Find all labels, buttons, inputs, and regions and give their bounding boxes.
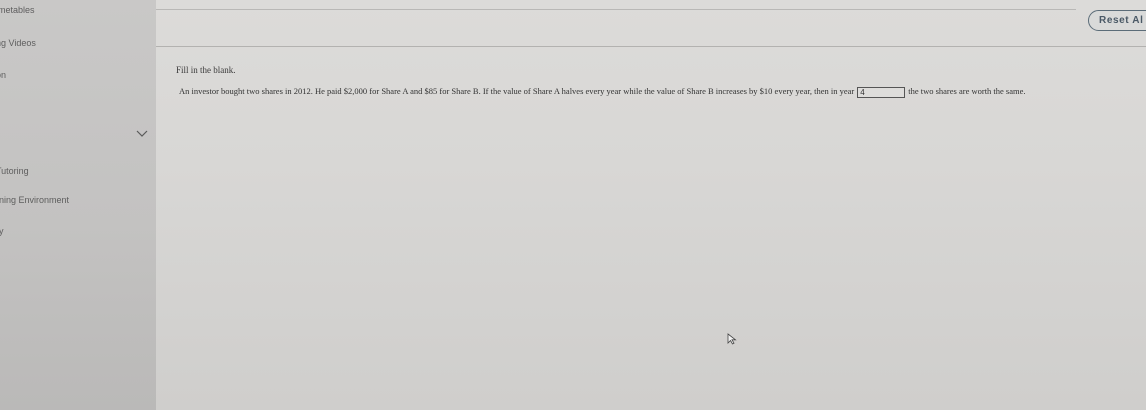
- sidebar-item-videos[interactable]: ng Videos: [0, 38, 36, 48]
- sidebar-item-label: Tutoring: [0, 166, 29, 176]
- question-instruction: Fill in the blank.: [176, 65, 236, 75]
- mouse-cursor-icon: [727, 333, 737, 345]
- sidebar-item-learning-environment[interactable]: rning Environment: [0, 195, 69, 205]
- sidebar-item-timetables[interactable]: imetables: [0, 5, 35, 15]
- sidebar-item-section[interactable]: on: [0, 70, 6, 80]
- sidebar-item-label: imetables: [0, 5, 35, 15]
- header-divider: [156, 9, 1076, 10]
- answer-input[interactable]: [857, 87, 906, 98]
- main-content: Reset Al Fill in the blank. An investor …: [156, 0, 1146, 410]
- question-text-after: the two shares are worth the same.: [908, 86, 1026, 96]
- question-text-before: An investor bought two shares in 2012. H…: [179, 86, 855, 96]
- sidebar-item-tutoring[interactable]: Tutoring: [0, 166, 29, 176]
- section-divider: [156, 46, 1146, 47]
- sidebar-item-label: ng Videos: [0, 38, 36, 48]
- chevron-down-icon[interactable]: [136, 130, 148, 138]
- sidebar-item-label: ry: [0, 226, 4, 236]
- sidebar-item-label: on: [0, 70, 7, 80]
- sidebar-item-label: rning Environment: [0, 195, 70, 205]
- sidebar-item-library[interactable]: ry: [0, 226, 4, 236]
- question-text: An investor bought two shares in 2012. H…: [179, 86, 1129, 98]
- sidebar: imetables ng Videos on Tutoring rning En…: [0, 0, 156, 410]
- reset-all-button[interactable]: Reset Al: [1088, 10, 1146, 31]
